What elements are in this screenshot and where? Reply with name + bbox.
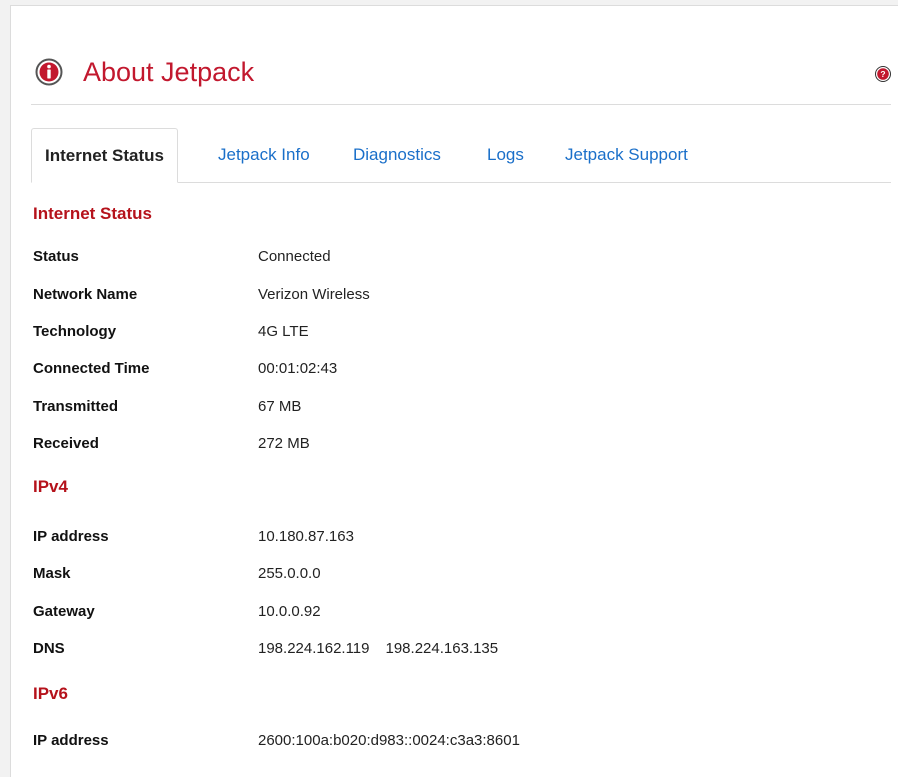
dns-label: DNS (33, 640, 65, 657)
ipv6-heading: IPv6 (33, 684, 68, 703)
dns-secondary-value: 198.224.163.135 (385, 640, 499, 657)
dns-values: 198.224.162.119 198.224.163.135 (258, 640, 498, 657)
ipv6-ip-address-value: 2600:100a:b020:d983::0024:c3a3:8601 (258, 732, 520, 749)
page-title: About Jetpack (83, 57, 255, 87)
tab-jetpack-info[interactable]: Jetpack Info (218, 128, 310, 182)
technology-value: 4G LTE (258, 323, 309, 340)
connected-time-label: Connected Time (33, 360, 150, 377)
help-icon[interactable]: ? (875, 66, 891, 82)
ipv4-heading: IPv4 (33, 477, 68, 496)
received-label: Received (33, 435, 99, 452)
dns-primary-value: 198.224.162.119 (258, 640, 370, 657)
mask-value: 255.0.0.0 (258, 565, 321, 582)
mask-label: Mask (33, 565, 71, 582)
tab-internet-status[interactable]: Internet Status (31, 128, 179, 183)
network-name-value: Verizon Wireless (258, 286, 370, 303)
page-header: About Jetpack ? (31, 56, 891, 105)
info-icon (35, 58, 63, 86)
about-jetpack-panel: About Jetpack ? Internet Status Jetpack … (10, 5, 898, 777)
technology-label: Technology (33, 323, 117, 340)
tab-logs[interactable]: Logs (487, 128, 524, 182)
gateway-label: Gateway (33, 603, 95, 620)
transmitted-value: 67 MB (258, 398, 302, 415)
ipv4-ip-address-label: IP address (33, 528, 109, 545)
status-value: Connected (258, 248, 331, 265)
received-value: 272 MB (258, 435, 310, 452)
gateway-value: 10.0.0.92 (258, 603, 321, 620)
internet-status-heading: Internet Status (33, 204, 153, 223)
status-label: Status (33, 248, 79, 265)
ipv4-ip-address-value: 10.180.87.163 (258, 528, 354, 545)
connected-time-value: 00:01:02:43 (258, 360, 338, 377)
ipv6-ip-address-label: IP address (33, 732, 109, 749)
tab-jetpack-support[interactable]: Jetpack Support (565, 128, 688, 182)
svg-text:?: ? (880, 69, 885, 79)
network-name-label: Network Name (33, 286, 138, 303)
tab-diagnostics[interactable]: Diagnostics (353, 128, 441, 182)
transmitted-label: Transmitted (33, 398, 119, 415)
tab-bar: Internet Status Jetpack Info Diagnostics… (31, 128, 891, 183)
